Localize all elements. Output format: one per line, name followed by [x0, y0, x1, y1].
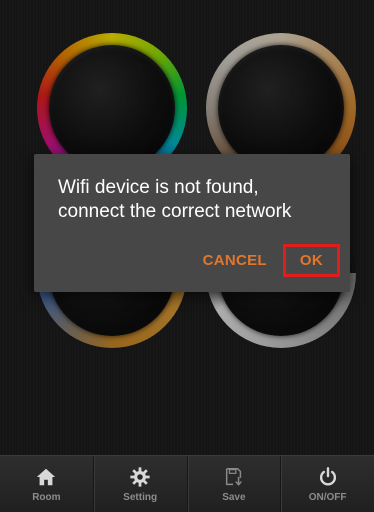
tab-room[interactable]: Room	[0, 456, 93, 512]
ok-button[interactable]: OK	[282, 244, 340, 277]
error-dialog: Wifi device is not found, connect the co…	[34, 154, 350, 292]
dialog-message-line: connect the correct network	[58, 201, 292, 222]
app-screen: Wifi device is not found, connect the co…	[0, 0, 374, 512]
knob-cap	[49, 45, 175, 171]
home-icon	[37, 468, 56, 485]
tab-label: ON/OFF	[308, 491, 347, 503]
tab-label: Save	[222, 491, 246, 503]
bottom-tab-bar: Room Setting Save ON/OFF	[0, 455, 374, 512]
tab-on-off[interactable]: ON/OFF	[280, 456, 374, 512]
cancel-button[interactable]: CANCEL	[195, 246, 275, 275]
power-icon	[319, 466, 336, 486]
knob-cap	[218, 45, 344, 171]
gear-icon	[130, 466, 150, 487]
tab-save[interactable]: Save	[186, 456, 281, 512]
save-icon	[225, 467, 242, 486]
dialog-actions: CANCEL OK	[195, 244, 340, 277]
tab-setting[interactable]: Setting	[92, 456, 187, 512]
dialog-message: Wifi device is not found, connect the co…	[58, 176, 338, 224]
tab-label: Room	[32, 491, 61, 503]
dialog-message-line: Wifi device is not found,	[58, 177, 259, 198]
tab-label: Setting	[123, 491, 158, 503]
